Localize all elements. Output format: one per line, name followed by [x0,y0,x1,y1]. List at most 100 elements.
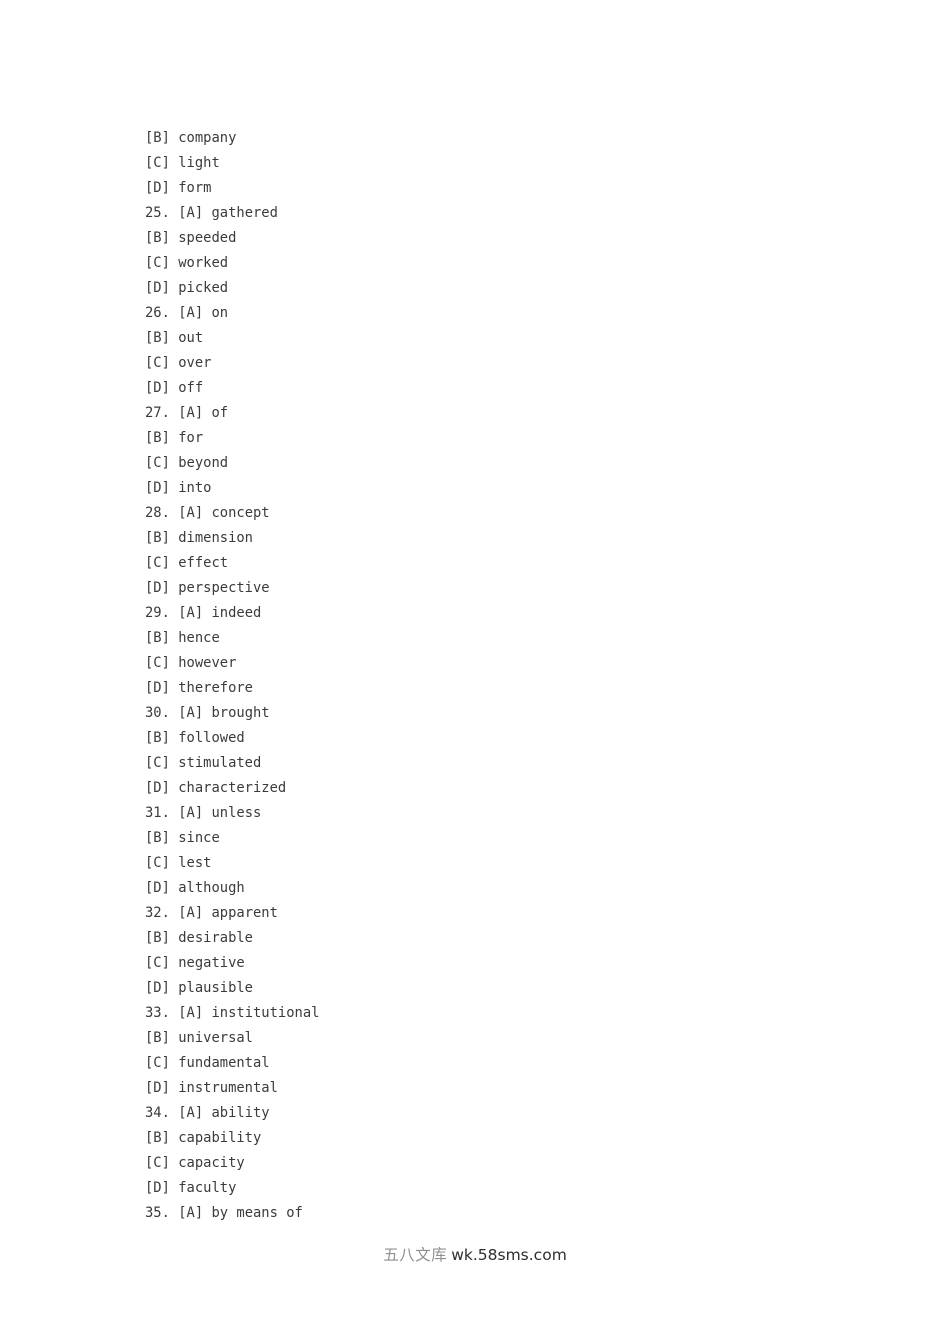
option-letter: [B] [145,530,170,546]
option-text: indeed [211,605,262,621]
option-text: for [178,430,204,446]
option-line: [D] faculty [145,1176,885,1201]
option-letter: [A] [178,405,204,421]
option-letter: [C] [145,655,170,671]
option-letter: [D] [145,280,170,296]
option-text: characterized [178,780,287,796]
option-line: [D] into [145,476,885,501]
question-number: 34. [145,1105,170,1121]
option-text: unless [211,805,262,821]
option-line: [B] for [145,426,885,451]
option-letter: [C] [145,1155,170,1171]
question-option-line: 25. [A] gathered [145,201,885,226]
option-text: company [178,130,237,146]
option-line: [B] universal [145,1026,885,1051]
option-letter: [A] [178,705,204,721]
option-letter: [D] [145,480,170,496]
question-number: 30. [145,705,170,721]
option-letter: [B] [145,930,170,946]
option-letter: [B] [145,630,170,646]
option-letter: [C] [145,255,170,271]
question-option-line: 26. [A] on [145,301,885,326]
option-text: negative [178,955,245,971]
option-text: capability [178,1130,262,1146]
option-text: lest [178,855,212,871]
option-letter: [D] [145,1080,170,1096]
option-text: effect [178,555,229,571]
option-text: stimulated [178,755,262,771]
option-line: [B] hence [145,626,885,651]
option-text: dimension [178,530,253,546]
option-text: on [211,305,229,321]
option-letter: [B] [145,830,170,846]
option-line: [D] plausible [145,976,885,1001]
option-letter: [B] [145,1130,170,1146]
option-line: [C] stimulated [145,751,885,776]
option-text: out [178,330,204,346]
option-text: although [178,880,245,896]
option-letter: [A] [178,805,204,821]
question-number: 27. [145,405,170,421]
option-letter: [A] [178,1105,204,1121]
option-letter: [B] [145,230,170,246]
option-text: instrumental [178,1080,278,1096]
option-text: fundamental [178,1055,270,1071]
option-line: [C] effect [145,551,885,576]
option-letter: [D] [145,380,170,396]
watermark: 五八文库 wk.58sms.com [0,1243,950,1265]
question-option-line: 32. [A] apparent [145,901,885,926]
option-text: off [178,380,204,396]
question-number: 26. [145,305,170,321]
option-line: [B] out [145,326,885,351]
question-option-line: 27. [A] of [145,401,885,426]
option-letter: [C] [145,155,170,171]
option-text: apparent [211,905,278,921]
option-letter: [A] [178,205,204,221]
option-letter: [C] [145,955,170,971]
option-text: of [211,405,229,421]
option-line: [C] however [145,651,885,676]
option-line: [D] perspective [145,576,885,601]
option-list: [B] company [C] light [D] form 25. [A] gath… [145,126,885,1226]
question-number: 32. [145,905,170,921]
option-text: ability [211,1105,270,1121]
option-letter: [A] [178,505,204,521]
option-letter: [D] [145,980,170,996]
watermark-brand: 五八文库 [383,1246,448,1264]
option-line: [D] characterized [145,776,885,801]
option-line: [D] therefore [145,676,885,701]
option-line: [C] fundamental [145,1051,885,1076]
option-text: perspective [178,580,270,596]
option-letter: [B] [145,430,170,446]
option-line: [C] worked [145,251,885,276]
option-line: [C] over [145,351,885,376]
option-letter: [A] [178,1205,204,1221]
option-letter: [D] [145,680,170,696]
question-option-line: 35. [A] by means of [145,1201,885,1226]
option-text: hence [178,630,220,646]
option-line: [B] since [145,826,885,851]
option-letter: [C] [145,755,170,771]
option-text: beyond [178,455,229,471]
option-letter: [C] [145,855,170,871]
option-letter: [C] [145,455,170,471]
option-line: [D] picked [145,276,885,301]
option-text: since [178,830,220,846]
question-option-line: 33. [A] institutional [145,1001,885,1026]
option-text: speeded [178,230,237,246]
option-text: picked [178,280,229,296]
option-line: [C] negative [145,951,885,976]
option-line: [D] off [145,376,885,401]
option-text: form [178,180,212,196]
option-line: [C] beyond [145,451,885,476]
option-letter: [B] [145,330,170,346]
option-letter: [B] [145,1030,170,1046]
option-letter: [A] [178,305,204,321]
option-text: faculty [178,1180,237,1196]
option-letter: [B] [145,730,170,746]
option-text: universal [178,1030,253,1046]
option-letter: [A] [178,1005,204,1021]
option-line: [B] followed [145,726,885,751]
question-option-line: 29. [A] indeed [145,601,885,626]
option-text: by means of [211,1205,303,1221]
